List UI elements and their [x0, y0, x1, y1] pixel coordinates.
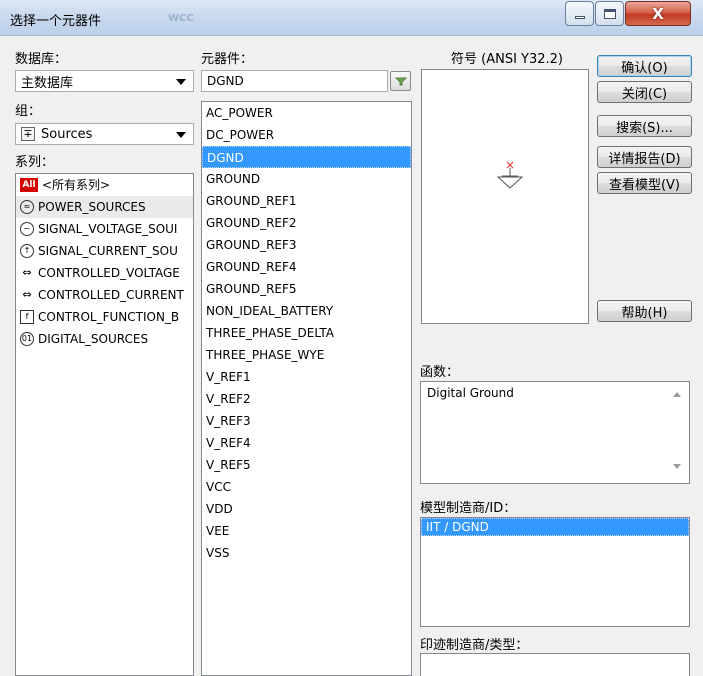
maximize-icon	[603, 8, 616, 19]
dgnd-symbol-icon	[496, 161, 524, 189]
component-item[interactable]: GROUND_REF2	[202, 212, 411, 234]
symbol-preview	[421, 69, 589, 324]
database-label: 数据库：	[15, 52, 68, 67]
family-list[interactable]: All <所有系列> ≈ POWER_SOURCES ~ SIGNAL_VOLT…	[15, 173, 194, 676]
component-item[interactable]: THREE_PHASE_DELTA	[202, 322, 411, 344]
family-item-label: <所有系列>	[42, 178, 111, 192]
component-item[interactable]: GROUND_REF5	[202, 278, 411, 300]
all-families-icon: All	[20, 178, 38, 192]
help-button[interactable]: 帮助(H)	[597, 300, 692, 322]
close-window-button[interactable]: X	[625, 1, 691, 26]
component-item[interactable]: VDD	[202, 498, 411, 520]
database-value: 主数据库	[21, 75, 74, 91]
footprint-manufacturer-list[interactable]	[420, 653, 690, 676]
component-item[interactable]: V_REF2	[202, 388, 411, 410]
component-item[interactable]: V_REF5	[202, 454, 411, 476]
power-sources-icon: ≈	[20, 200, 34, 214]
filter-button[interactable]	[390, 71, 411, 91]
symbol-label: 符号 (ANSI Y32.2)	[451, 52, 563, 67]
signal-current-icon: ↑	[20, 244, 34, 258]
detail-report-button[interactable]: 详情报告(D)	[597, 146, 692, 168]
scroll-up-icon[interactable]	[673, 392, 681, 397]
scroll-down-icon[interactable]	[673, 464, 681, 469]
family-item-power-sources[interactable]: ≈ POWER_SOURCES	[16, 196, 193, 218]
title-bar: 选择一个元器件 WCC X	[0, 0, 703, 36]
sources-icon: ∓	[21, 127, 35, 141]
signal-voltage-icon: ~	[20, 222, 34, 236]
component-label: 元器件：	[201, 52, 254, 67]
component-item[interactable]: VSS	[202, 542, 411, 564]
search-button[interactable]: 搜索(S)...	[597, 115, 692, 137]
component-item[interactable]: THREE_PHASE_WYE	[202, 344, 411, 366]
family-label: 系列：	[15, 155, 55, 170]
family-item-signal-voltage[interactable]: ~ SIGNAL_VOLTAGE_SOUI	[16, 218, 193, 240]
filter-icon	[394, 77, 407, 86]
control-function-icon: f	[20, 310, 34, 324]
component-item[interactable]: V_REF3	[202, 410, 411, 432]
controlled-voltage-icon: ⇔	[22, 266, 32, 279]
component-item[interactable]: VCC	[202, 476, 411, 498]
group-select[interactable]: ∓ Sources	[15, 123, 194, 145]
component-item[interactable]: VEE	[202, 520, 411, 542]
component-item[interactable]: GROUND_REF3	[202, 234, 411, 256]
minimize-icon	[574, 16, 585, 19]
footprint-manufacturer-label: 印迹制造商/类型：	[420, 638, 529, 653]
component-item[interactable]: V_REF1	[202, 366, 411, 388]
close-button[interactable]: 关闭(C)	[597, 81, 692, 103]
family-item-label: SIGNAL_CURRENT_SOU	[38, 244, 178, 258]
component-item[interactable]: DC_POWER	[202, 124, 411, 146]
component-search-value: DGND	[207, 74, 244, 88]
controlled-current-icon: ⇔	[22, 288, 32, 301]
maximize-button[interactable]	[595, 1, 624, 26]
family-item-label: CONTROL_FUNCTION_B	[38, 310, 180, 324]
family-item-label: SIGNAL_VOLTAGE_SOUI	[38, 222, 178, 236]
component-item[interactable]: AC_POWER	[202, 102, 411, 124]
family-item-label: POWER_SOURCES	[38, 200, 146, 214]
function-text: Digital Ground	[427, 386, 514, 400]
component-list[interactable]: AC_POWER DC_POWER DGND GROUND GROUND_REF1 GRO…	[201, 101, 412, 676]
window-title: 选择一个元器件	[10, 14, 102, 29]
family-item-controlled-current[interactable]: ⇔ CONTROLLED_CURRENT	[16, 284, 193, 306]
function-textbox[interactable]: Digital Ground	[420, 381, 690, 484]
family-item-all[interactable]: All <所有系列>	[16, 174, 193, 196]
database-select[interactable]: 主数据库	[15, 70, 194, 92]
component-item[interactable]: NON_IDEAL_BATTERY	[202, 300, 411, 322]
model-item[interactable]: IIT / DGND	[421, 518, 689, 536]
component-item[interactable]: DGND	[202, 146, 411, 168]
family-item-label: CONTROLLED_CURRENT	[38, 288, 184, 302]
family-item-signal-current[interactable]: ↑ SIGNAL_CURRENT_SOU	[16, 240, 193, 262]
model-manufacturer-list[interactable]: IIT / DGND	[420, 517, 690, 627]
component-item[interactable]: GROUND_REF1	[202, 190, 411, 212]
model-manufacturer-label: 模型制造商/ID：	[420, 501, 517, 516]
ok-button[interactable]: 确认(O)	[597, 55, 692, 77]
component-search-input[interactable]: DGND	[201, 70, 388, 92]
title-ghost-text: WCC	[168, 13, 194, 24]
chevron-down-icon	[176, 79, 186, 85]
group-value: Sources	[41, 126, 93, 142]
family-item-digital-sources[interactable]: 01 DIGITAL_SOURCES	[16, 328, 193, 350]
close-icon: X	[652, 4, 664, 23]
family-item-label: DIGITAL_SOURCES	[38, 332, 149, 346]
function-label: 函数：	[420, 365, 460, 380]
family-item-control-function[interactable]: f CONTROL_FUNCTION_B	[16, 306, 193, 328]
component-item[interactable]: GROUND_REF4	[202, 256, 411, 278]
chevron-down-icon	[176, 132, 186, 138]
group-label: 组：	[15, 104, 42, 119]
view-model-button[interactable]: 查看模型(V)	[597, 172, 692, 194]
family-item-controlled-voltage[interactable]: ⇔ CONTROLLED_VOLTAGE	[16, 262, 193, 284]
family-item-label: CONTROLLED_VOLTAGE	[38, 266, 180, 280]
component-item[interactable]: GROUND	[202, 168, 411, 190]
minimize-button[interactable]	[565, 1, 594, 26]
digital-sources-icon: 01	[20, 332, 34, 346]
component-item[interactable]: V_REF4	[202, 432, 411, 454]
